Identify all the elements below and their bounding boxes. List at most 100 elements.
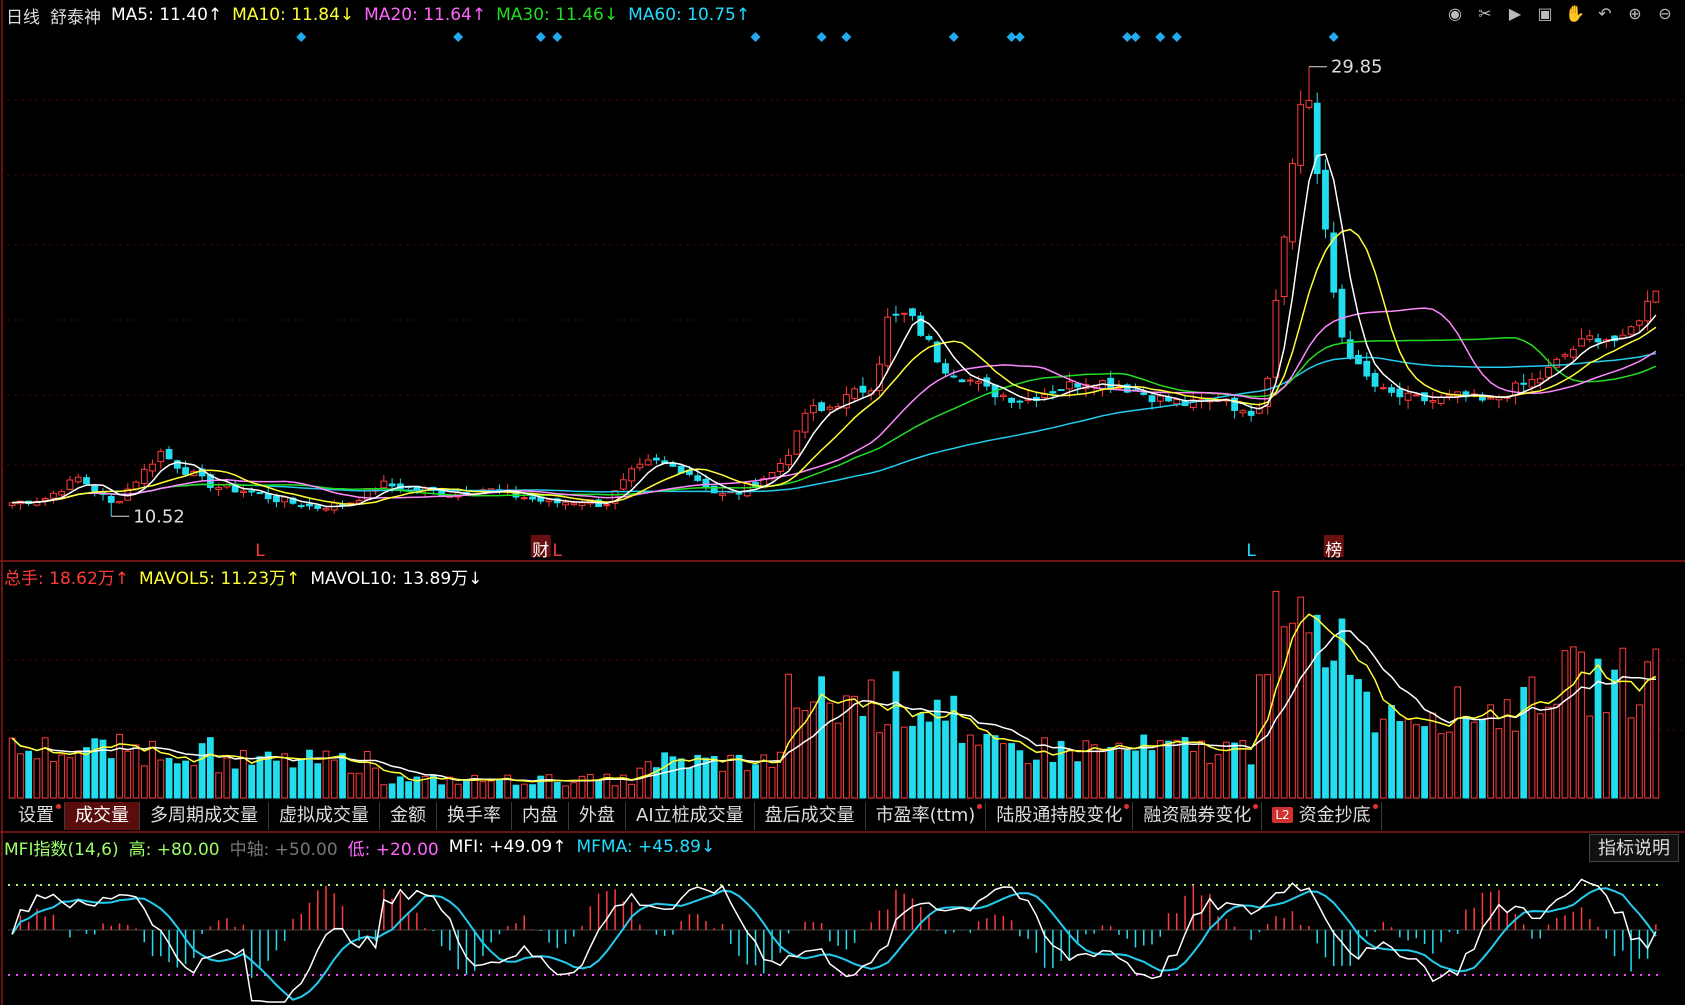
candle-body — [694, 475, 702, 481]
tab-label: 市盈率(ttm) — [875, 805, 976, 826]
candle-body — [132, 481, 140, 490]
volume-bar — [1561, 650, 1569, 799]
candle-body — [1016, 400, 1024, 403]
volume-bar — [1545, 706, 1552, 799]
eye-icon[interactable]: ◉ — [1445, 4, 1465, 24]
undo-icon[interactable]: ↶ — [1595, 4, 1615, 24]
volume-bar — [1520, 687, 1528, 799]
volume-bar — [198, 743, 206, 799]
volume-bar — [74, 750, 82, 799]
tab-label: AI立桩成交量 — [636, 805, 744, 826]
candle-body — [1272, 299, 1280, 378]
hand-icon[interactable]: ✋ — [1565, 4, 1585, 24]
volume-bar — [215, 772, 223, 799]
candle-body — [215, 487, 223, 491]
tab-3[interactable]: 虚拟成交量 — [269, 802, 380, 830]
mfi-value: MFI: +49.09↑ — [448, 837, 567, 857]
volume-bar — [1305, 632, 1313, 799]
volume-bar — [727, 754, 735, 799]
tab-5[interactable]: 换手率 — [437, 802, 512, 830]
volume-bar — [529, 784, 536, 799]
volume-bar — [983, 733, 991, 799]
volume-bar — [1421, 726, 1428, 799]
volume-bar — [454, 783, 462, 799]
tab-10[interactable]: 市盈率(ttm) — [866, 802, 987, 830]
candle-body — [884, 316, 892, 367]
volume-bar — [553, 781, 561, 799]
mfi-line — [11, 878, 1657, 1003]
volume-bar — [396, 776, 404, 799]
volume-bar — [942, 720, 949, 799]
mavol10-value: MAVOL10: 13.89万↓ — [310, 568, 483, 589]
stock-name[interactable]: 舒泰神 — [50, 3, 101, 28]
tab-1[interactable]: 成交量 — [65, 802, 140, 830]
mfi-name[interactable]: MFI指数(14,6) — [4, 835, 119, 860]
scissors-icon[interactable]: ✂ — [1475, 4, 1495, 24]
candle-body — [562, 501, 569, 506]
volume-bar — [719, 770, 726, 799]
price-pane: 29.8510.52L 财 L L 榜 — [8, 32, 1660, 561]
volume-bar — [1346, 674, 1354, 799]
tab-6[interactable]: 内盘 — [512, 802, 569, 830]
event-marker: L — [255, 541, 265, 561]
volume-bar — [562, 785, 569, 799]
volume-bar — [1479, 719, 1486, 799]
notification-dot — [1124, 804, 1130, 809]
volume-bar — [686, 767, 693, 799]
tab-8[interactable]: AI立桩成交量 — [626, 802, 755, 830]
signal-diamond — [816, 32, 827, 42]
volume-bar — [1140, 734, 1148, 799]
tab-4[interactable]: 金额 — [380, 802, 437, 830]
volume-bar — [487, 780, 495, 799]
volume-bar — [41, 737, 49, 799]
candle-body — [83, 477, 90, 485]
candle-body — [785, 454, 792, 466]
volume-bar — [289, 767, 297, 799]
candle-body — [644, 459, 652, 466]
tab-label: 内盘 — [522, 805, 558, 826]
tab-11[interactable]: 陆股通持股变化 — [986, 802, 1134, 830]
volume-bar — [1165, 740, 1172, 799]
tab-12[interactable]: 融资融券变化 — [1133, 802, 1263, 830]
volume-bar — [1057, 740, 1065, 799]
notification-dot — [1253, 804, 1259, 809]
volume-bar — [999, 743, 1007, 799]
volume-bar — [463, 779, 470, 799]
mfi-low: 低: +20.00 — [347, 839, 439, 860]
zoom-out-icon[interactable]: ⊖ — [1655, 4, 1675, 24]
zoom-in-icon[interactable]: ⊕ — [1625, 4, 1645, 24]
volume-bar — [876, 732, 883, 799]
volume-bar — [545, 774, 553, 799]
tab-0[interactable]: 设置 — [8, 802, 65, 830]
volume-bar — [793, 707, 801, 799]
play-icon[interactable]: ▶ — [1505, 4, 1525, 24]
volume-bar — [306, 749, 313, 799]
candle-body — [1107, 377, 1115, 390]
tab-7[interactable]: 外盘 — [569, 802, 626, 830]
candle-body — [942, 363, 949, 374]
period-label[interactable]: 日线 — [6, 3, 40, 28]
tab-2[interactable]: 多周期成交量 — [140, 802, 269, 830]
volume-bar — [975, 744, 982, 799]
tab-13[interactable]: L2 资金抄底 — [1262, 802, 1382, 830]
candle-body — [859, 385, 867, 393]
candle-body — [826, 406, 834, 410]
indicator-explain-button[interactable]: 指标说明 — [1589, 834, 1679, 862]
volume-bar — [1074, 761, 1082, 799]
lock-icon[interactable]: ▣ — [1535, 4, 1555, 24]
volume-bar — [1611, 669, 1618, 799]
volume-bar — [1066, 749, 1073, 799]
candle-body — [1404, 392, 1412, 401]
candle-body — [1396, 388, 1404, 398]
ma60-line — [12, 352, 1657, 504]
signal-diamond — [552, 32, 563, 42]
candle-body — [281, 496, 289, 503]
volume-bar — [710, 755, 718, 799]
volume-bar — [925, 721, 933, 799]
volume-bar — [991, 735, 999, 799]
volume-bar — [380, 784, 388, 799]
volume-bar — [1313, 614, 1321, 799]
candle-body — [975, 380, 982, 384]
tab-label: 资金抄底 — [1298, 805, 1371, 826]
tab-9[interactable]: 盘后成交量 — [755, 802, 866, 830]
